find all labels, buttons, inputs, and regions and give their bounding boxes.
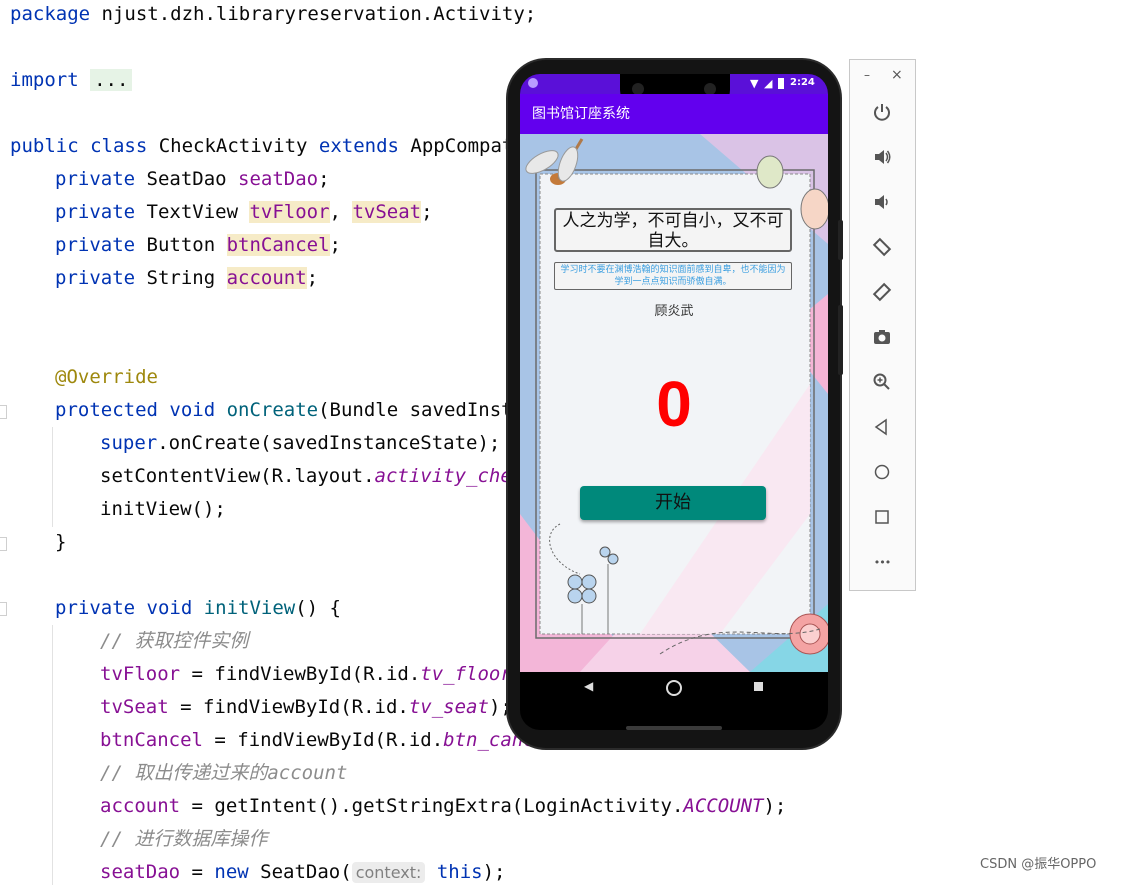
code-line: private TextView tvFloor, tvSeat; <box>55 201 433 223</box>
code-line: tvFloor = findViewById(R.id.tv_floor <box>100 663 512 685</box>
author-label: 顾炎武 <box>654 304 694 319</box>
code-line: account = getIntent().getStringExtra(Log… <box>100 795 787 817</box>
code-line: import ... <box>10 64 133 97</box>
more-options-icon[interactable]: ••• <box>870 550 894 574</box>
quote-box: 人之为学，不可自小，又不可自大。 <box>554 208 792 252</box>
countdown-counter: 0 <box>656 368 692 440</box>
signal-icon: ◢ <box>764 77 773 90</box>
code-comment: // 进行数据库操作 <box>100 828 268 850</box>
code-line: private SeatDao seatDao; <box>55 168 330 190</box>
power-icon[interactable] <box>870 100 894 124</box>
code-line: private String account; <box>55 267 319 289</box>
activity-content: 人之为学，不可自小，又不可自大。 学习时不要在渊博浩翰的知识面前感到自卑，也不能… <box>520 134 828 672</box>
quote-sub-box: 学习时不要在渊博浩翰的知识面前感到自卑，也不能因为学到一点点知识而骄傲自满。 <box>554 262 792 290</box>
home-icon[interactable] <box>666 680 682 696</box>
recents-icon[interactable] <box>754 682 763 691</box>
quote-sub: 学习时不要在渊博浩翰的知识面前感到自卑，也不能因为学到一点点知识而骄傲自满。 <box>560 265 786 287</box>
code-line: initView(); <box>100 498 226 520</box>
code-line: super.onCreate(savedInstanceState); <box>100 432 501 454</box>
quote-main: 人之为学，不可自小，又不可自大。 <box>562 211 784 251</box>
rotate-left-icon[interactable] <box>870 235 894 259</box>
zoom-icon[interactable] <box>870 370 894 394</box>
code-line: package njust.dzh.libraryreservation.Act… <box>10 3 537 25</box>
code-line: private void initView() { <box>55 597 341 619</box>
overview-icon[interactable] <box>870 505 894 529</box>
app-title: 图书馆订座系统 <box>532 106 630 122</box>
volume-up-icon[interactable] <box>870 145 894 169</box>
volume-down-icon[interactable] <box>870 190 894 214</box>
start-button[interactable]: 开始 <box>580 486 766 520</box>
code-comment: // 取出传递过来的account <box>100 762 348 784</box>
close-button[interactable]: × <box>891 67 903 83</box>
phone-screen[interactable]: ▼ ◢ 2:24 图书馆订座系统 人之为学，不可自小，又不可自大。 学习时不要在… <box>520 74 828 730</box>
code-line: tvSeat = findViewById(R.id.tv_seat); <box>100 696 512 718</box>
app-toolbar: 图书馆订座系统 <box>520 94 828 134</box>
code-line: btnCancel = findViewById(R.id.btn_canc <box>100 729 535 751</box>
code-line: @Override <box>55 366 158 388</box>
parameter-hint: context: <box>351 862 426 883</box>
volume-button <box>838 305 843 375</box>
home-icon[interactable] <box>870 460 894 484</box>
battery-icon <box>778 78 784 89</box>
folded-imports[interactable]: ... <box>90 69 133 91</box>
navigation-bar: ◀ <box>520 672 828 702</box>
notification-dot-icon <box>528 78 538 88</box>
emulator-device-frame: ▼ ◢ 2:24 图书馆订座系统 人之为学，不可自小，又不可自大。 学习时不要在… <box>508 60 843 748</box>
status-time: 2:24 <box>790 77 815 88</box>
side-button <box>838 220 843 260</box>
watermark: CSDN @振华OPPO <box>980 857 1097 872</box>
back-icon[interactable] <box>870 415 894 439</box>
code-line: seatDao = new SeatDao(context: this); <box>100 861 506 883</box>
code-line: } <box>55 531 67 553</box>
wifi-icon: ▼ <box>750 77 759 90</box>
bottom-speaker <box>626 726 722 730</box>
camera-screenshot-icon[interactable] <box>870 325 894 349</box>
start-button-label: 开始 <box>655 492 691 513</box>
emulator-toolbar: – × ••• <box>849 59 916 591</box>
minimize-button[interactable]: – <box>864 68 870 82</box>
rotate-right-icon[interactable] <box>870 280 894 304</box>
back-icon[interactable]: ◀ <box>584 679 593 693</box>
rose-icon <box>789 613 828 655</box>
code-line: public class CheckActivity extends AppCo… <box>10 135 525 157</box>
code-line: private Button btnCancel; <box>55 234 341 256</box>
code-comment: // 获取控件实例 <box>100 630 249 652</box>
code-line: protected void onCreate(Bundle savedInst… <box>55 399 525 421</box>
code-line: setContentView(R.layout.activity_chec <box>100 465 524 487</box>
